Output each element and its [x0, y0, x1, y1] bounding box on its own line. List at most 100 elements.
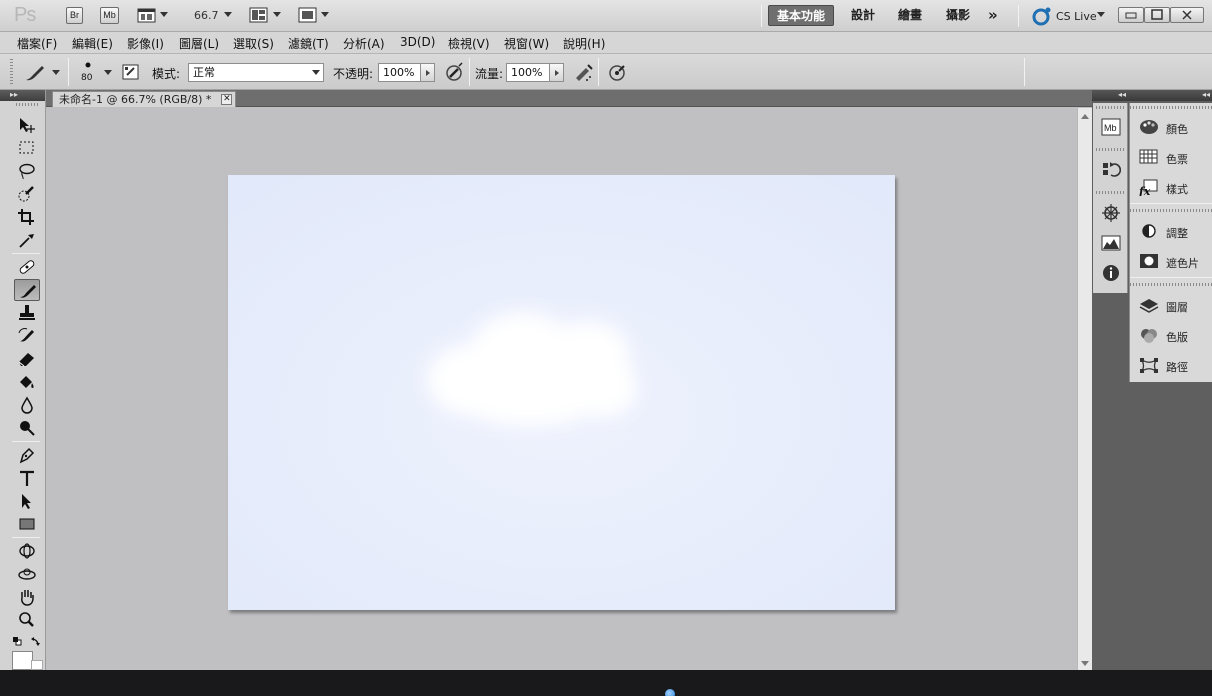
menu-analysis[interactable]: 分析(A) [343, 35, 385, 52]
workspace-essentials-button[interactable]: 基本功能 [768, 5, 835, 26]
document-tab[interactable]: 未命名-1 @ 66.7% (RGB/8) * ✕ [52, 91, 237, 107]
panel-grip[interactable] [1130, 106, 1212, 109]
panel-layers[interactable]: 圖層 [1130, 293, 1212, 317]
menu-window[interactable]: 視窗(W) [504, 35, 549, 52]
collapse-icon[interactable]: ◂◂ [1118, 90, 1126, 100]
menu-image[interactable]: 影像(I) [127, 35, 164, 52]
mini-bridge-button[interactable]: Mb [100, 7, 119, 24]
default-colors-button[interactable] [12, 636, 22, 646]
move-tool[interactable] [14, 114, 40, 136]
tool-preset-picker[interactable] [22, 61, 62, 85]
maximize-button[interactable] [1144, 7, 1170, 23]
panel-adjustments[interactable]: 調整 [1130, 219, 1212, 243]
panel-grip[interactable] [1130, 209, 1212, 212]
3d-orbit-tool[interactable] [14, 563, 40, 585]
panel-swatches[interactable]: 色票 [1130, 145, 1212, 169]
menu-3d[interactable]: 3D(D) [400, 35, 435, 49]
options-bar-grip[interactable] [10, 59, 13, 85]
document-canvas[interactable] [228, 175, 895, 610]
tablet-pressure-opacity-button[interactable] [443, 62, 465, 84]
vertical-scrollbar[interactable] [1077, 108, 1092, 670]
menu-select[interactable]: 選取(S) [233, 35, 274, 52]
screen-mode-button[interactable] [298, 7, 318, 24]
histogram-panel-button[interactable] [1101, 233, 1121, 253]
tools-panel-grip[interactable] [16, 103, 40, 106]
adjustments-icon [1142, 224, 1156, 238]
navigator-panel-button[interactable] [1101, 203, 1121, 223]
panel-masks[interactable]: 遮色片 [1130, 249, 1212, 273]
foreground-color-swatch[interactable] [12, 651, 33, 670]
hand-tool[interactable] [14, 586, 40, 608]
arrange-documents-button[interactable] [249, 7, 269, 24]
zoom-level-field[interactable]: 66.7 [194, 9, 219, 22]
panel-swatches-label: 色票 [1166, 153, 1188, 166]
path-selection-tool[interactable] [14, 490, 40, 512]
lasso-tool[interactable] [14, 160, 40, 182]
panel-grip[interactable] [1096, 191, 1125, 194]
minimize-button[interactable] [1118, 7, 1144, 23]
rectangle-tool[interactable] [14, 513, 40, 535]
expand-icon[interactable]: ▸▸ [10, 90, 18, 100]
history-brush-tool[interactable] [14, 325, 40, 347]
pen-tool[interactable] [14, 444, 40, 466]
eyedropper-tool[interactable] [14, 229, 40, 251]
marquee-tool[interactable] [14, 137, 40, 159]
menu-file[interactable]: 檔案(F) [17, 35, 57, 52]
brush-panel-toggle[interactable] [120, 62, 142, 84]
blur-tool[interactable] [14, 394, 40, 416]
opacity-slider-button[interactable] [420, 63, 435, 82]
panel-grip[interactable] [1130, 283, 1212, 286]
view-extras-button[interactable] [137, 7, 157, 24]
scroll-up-icon[interactable] [1081, 114, 1089, 119]
panel-grip[interactable] [1096, 148, 1125, 151]
panel-paths[interactable]: 路徑 [1130, 353, 1212, 377]
spot-healing-tool[interactable] [14, 256, 40, 278]
paint-bucket-tool[interactable] [14, 371, 40, 393]
history-panel-button[interactable] [1101, 159, 1122, 179]
menu-edit[interactable]: 編輯(E) [72, 35, 113, 52]
brush-preset-picker[interactable]: 80 [76, 58, 112, 86]
panel-color[interactable]: 顏色 [1130, 115, 1212, 139]
type-icon [20, 470, 34, 486]
flow-input[interactable]: 100% [506, 63, 550, 82]
panel-grip[interactable] [1096, 106, 1125, 109]
brush-tool[interactable] [14, 279, 40, 301]
workspace-design-button[interactable]: 設計 [843, 5, 883, 26]
flow-slider-button[interactable] [549, 63, 564, 82]
close-tab-button[interactable]: ✕ [221, 94, 233, 105]
close-window-button[interactable] [1170, 7, 1204, 23]
opacity-input[interactable]: 100% [378, 63, 421, 82]
clone-stamp-tool[interactable] [14, 302, 40, 324]
scroll-down-icon[interactable] [1081, 661, 1089, 666]
zoom-tool[interactable] [14, 609, 40, 631]
airbrush-button[interactable] [572, 62, 594, 84]
tablet-pressure-size-button[interactable] [606, 62, 628, 84]
menu-help[interactable]: 說明(H) [563, 35, 605, 52]
swap-colors-button[interactable] [30, 635, 42, 647]
workspace-photography-button[interactable]: 攝影 [938, 5, 978, 26]
info-panel-button[interactable] [1101, 263, 1121, 283]
quick-selection-tool[interactable] [14, 183, 40, 205]
collapse-icon[interactable]: ◂◂ [1202, 90, 1210, 100]
dodge-tool[interactable] [14, 417, 40, 439]
type-tool[interactable] [14, 467, 40, 489]
mini-bridge-panel-button[interactable]: Mb [1101, 117, 1121, 137]
bridge-button[interactable]: Br [66, 7, 83, 24]
crop-tool[interactable] [14, 206, 40, 228]
eraser-tool[interactable] [14, 348, 40, 370]
chevron-down-icon[interactable] [321, 12, 329, 17]
background-color-swatch[interactable] [31, 660, 43, 670]
blend-mode-select[interactable]: 正常 [188, 63, 324, 82]
chevron-down-icon[interactable] [273, 12, 281, 17]
panel-channels[interactable]: 色版 [1130, 323, 1212, 347]
tools-panel-header[interactable]: ▸▸ [0, 90, 45, 101]
panel-styles[interactable]: fx 樣式 [1130, 175, 1212, 199]
menu-view[interactable]: 檢視(V) [448, 35, 490, 52]
3d-rotate-tool[interactable] [14, 540, 40, 562]
menu-filter[interactable]: 濾鏡(T) [288, 35, 329, 52]
chevron-down-icon[interactable] [224, 12, 232, 17]
chevron-down-icon[interactable] [160, 12, 168, 17]
menu-layer[interactable]: 圖層(L) [179, 35, 219, 52]
more-workspaces-button[interactable]: » [980, 5, 1006, 26]
workspace-painting-button[interactable]: 繪畫 [890, 5, 930, 26]
